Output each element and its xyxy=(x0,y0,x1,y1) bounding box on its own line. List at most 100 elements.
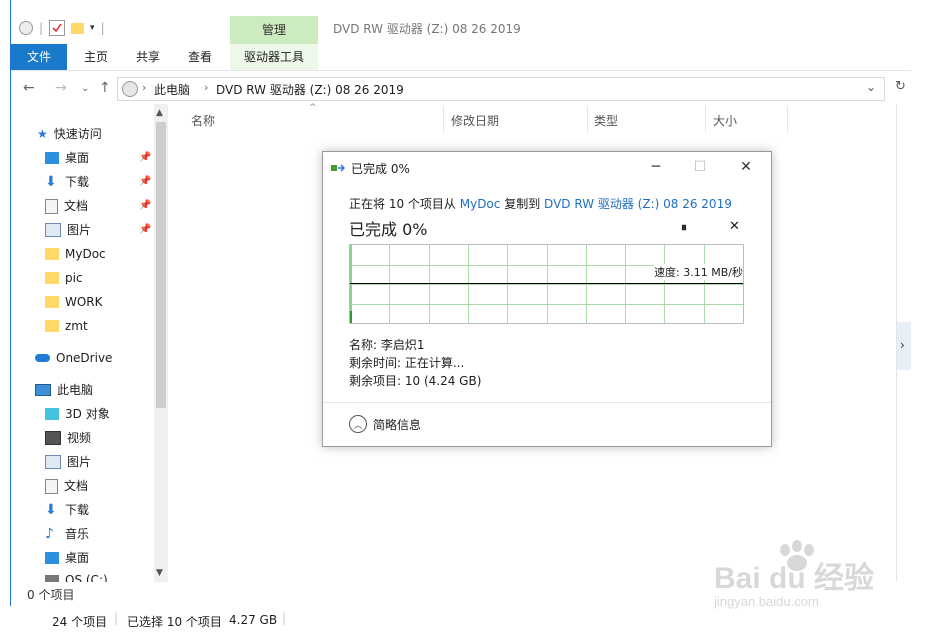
nav-item-pc-desktop[interactable]: 桌面 xyxy=(45,547,89,569)
nav-item-videos[interactable]: 视频 xyxy=(45,427,91,449)
time-remaining-label: 剩余时间: 正在计算... xyxy=(349,356,465,370)
tab-home[interactable]: 主页 xyxy=(71,44,121,70)
breadcrumb-separator: › xyxy=(142,81,147,94)
copy-description: 正在将 10 个项目从 MyDoc 复制到 DVD RW 驱动器 (Z:) 08… xyxy=(349,195,732,212)
computer-icon xyxy=(35,384,51,396)
status-divider: | xyxy=(114,611,119,625)
column-date-modified[interactable]: 修改日期 xyxy=(451,112,499,129)
watermark-logo-text: Bai du 经验 xyxy=(714,561,874,595)
customize-toolbar-icon[interactable]: ▾ xyxy=(90,23,95,33)
nav-onedrive[interactable]: OneDrive xyxy=(35,347,112,369)
nav-this-pc[interactable]: 此电脑 xyxy=(35,379,93,401)
nav-item-folder-mydoc[interactable]: MyDoc xyxy=(45,243,106,265)
desktop-icon xyxy=(45,152,59,164)
nav-label: OS (C:) xyxy=(65,573,108,582)
item-count-status: 0 个项目 xyxy=(27,588,75,602)
pin-icon[interactable]: 📌 xyxy=(139,152,151,163)
column-divider[interactable] xyxy=(787,106,788,132)
baidu-logo-image: Bai du 经验 jingyan.baidu.com xyxy=(713,540,874,609)
sort-ascending-icon: ^ xyxy=(309,103,317,113)
scroll-down-icon[interactable]: ▼ xyxy=(156,568,163,578)
pin-icon[interactable]: 📌 xyxy=(139,224,151,235)
nav-item-documents[interactable]: 文档 xyxy=(45,195,88,217)
nav-quick-access[interactable]: ★ 快速访问 xyxy=(37,123,102,145)
app-icon[interactable] xyxy=(19,21,33,35)
nav-label: 桌面 xyxy=(65,551,90,565)
folder-icon xyxy=(45,272,59,284)
breadcrumb-this-pc[interactable]: 此电脑 xyxy=(154,81,190,98)
address-field[interactable]: › 此电脑 › DVD RW 驱动器 (Z:) 08 26 2019 ⌄ xyxy=(117,77,885,101)
minimize-icon[interactable]: ─ xyxy=(641,156,671,178)
tab-drive-tools[interactable]: 驱动器工具 xyxy=(230,44,318,70)
scroll-up-icon[interactable]: ▲ xyxy=(156,108,163,118)
tab-file[interactable]: 文件 xyxy=(11,44,67,70)
transfer-graph xyxy=(349,244,744,324)
baidu-watermark: Bai du 经验 jingyan.baidu.com xyxy=(710,530,920,612)
column-divider[interactable] xyxy=(587,106,588,132)
properties-icon[interactable] xyxy=(49,20,66,36)
progress-percent: 已完成 0% xyxy=(349,220,428,239)
nav-item-3d-objects[interactable]: 3D 对象 xyxy=(45,403,110,425)
forward-arrow-icon[interactable]: → xyxy=(55,80,67,96)
new-folder-icon[interactable] xyxy=(71,22,85,34)
pause-icon[interactable]: ⏸ xyxy=(681,220,687,235)
folder-icon xyxy=(45,320,59,332)
nav-label: zmt xyxy=(65,319,88,333)
refresh-icon[interactable]: ↻ xyxy=(895,79,906,94)
nav-item-desktop[interactable]: 桌面 xyxy=(45,147,89,169)
document-icon xyxy=(45,198,58,214)
nav-item-folder-work[interactable]: WORK xyxy=(45,291,103,313)
nav-item-pictures[interactable]: 图片 xyxy=(45,219,91,241)
selected-size: 4.27 GB xyxy=(229,613,278,627)
recent-locations-icon[interactable]: ⌄ xyxy=(81,83,89,94)
back-arrow-icon[interactable]: ← xyxy=(23,80,35,96)
nav-label: 文档 xyxy=(64,199,89,213)
column-name[interactable]: 名称 xyxy=(191,112,215,129)
nav-item-folder-pic[interactable]: pic xyxy=(45,267,83,289)
nav-item-pc-documents[interactable]: 文档 xyxy=(45,475,88,497)
cancel-icon[interactable]: ✕ xyxy=(729,219,740,234)
nav-label: 桌面 xyxy=(65,151,90,165)
nav-label: 视频 xyxy=(67,431,92,445)
column-type[interactable]: 类型 xyxy=(594,112,618,129)
throughput-bar xyxy=(350,311,352,323)
destination-link[interactable]: DVD RW 驱动器 (Z:) 08 26 2019 xyxy=(544,197,732,211)
address-dropdown-icon[interactable]: ⌄ xyxy=(866,80,876,94)
details-pane-edge: › xyxy=(896,104,911,582)
nav-item-os-drive[interactable]: OS (C:) xyxy=(45,571,108,582)
breadcrumb-separator: › xyxy=(204,81,209,94)
nav-item-downloads[interactable]: ⬇ 下载 xyxy=(45,171,89,193)
pin-icon[interactable]: 📌 xyxy=(139,176,151,187)
maximize-icon[interactable]: ☐ xyxy=(685,156,715,178)
column-divider[interactable] xyxy=(443,106,444,132)
close-icon[interactable]: ✕ xyxy=(731,156,761,178)
pin-icon[interactable]: 📌 xyxy=(139,200,151,211)
watermark-url: jingyan.baidu.com xyxy=(713,594,819,609)
nav-item-pc-pictures[interactable]: 图片 xyxy=(45,451,91,473)
source-link[interactable]: MyDoc xyxy=(460,197,501,211)
dialog-title: 已完成 0% xyxy=(351,162,410,176)
toolbar-divider: | xyxy=(100,21,105,35)
column-divider[interactable] xyxy=(705,106,706,132)
chevron-up-icon: ︿ xyxy=(349,415,367,433)
film-icon xyxy=(45,431,61,445)
breadcrumb-drive[interactable]: DVD RW 驱动器 (Z:) 08 26 2019 xyxy=(216,81,404,98)
copy-mid: 复制到 xyxy=(504,197,541,211)
up-arrow-icon[interactable]: ↑ xyxy=(99,80,111,96)
manage-context-tab[interactable]: 管理 xyxy=(230,16,318,44)
tab-view[interactable]: 查看 xyxy=(175,44,225,70)
fewer-details-button[interactable]: ︿ 简略信息 xyxy=(349,415,421,433)
tab-share[interactable]: 共享 xyxy=(123,44,173,70)
column-size[interactable]: 大小 xyxy=(713,112,737,129)
pane-toggle[interactable]: › xyxy=(897,322,911,370)
ribbon-tabs: 文件 主页 共享 查看 驱动器工具 xyxy=(11,44,911,71)
nav-item-pc-downloads[interactable]: ⬇ 下载 xyxy=(45,499,89,521)
nav-label: MyDoc xyxy=(65,247,106,261)
nav-item-music[interactable]: ♪ 音乐 xyxy=(45,523,89,545)
sidebar-scroll-thumb[interactable] xyxy=(156,122,166,408)
selected-items: 已选择 10 个项目 xyxy=(127,615,222,629)
nav-item-folder-zmt[interactable]: zmt xyxy=(45,315,88,337)
toolbar-divider: | xyxy=(39,21,44,35)
file-name-label: 名称: 李启炽1 xyxy=(349,338,425,352)
nav-label: 音乐 xyxy=(65,527,90,541)
